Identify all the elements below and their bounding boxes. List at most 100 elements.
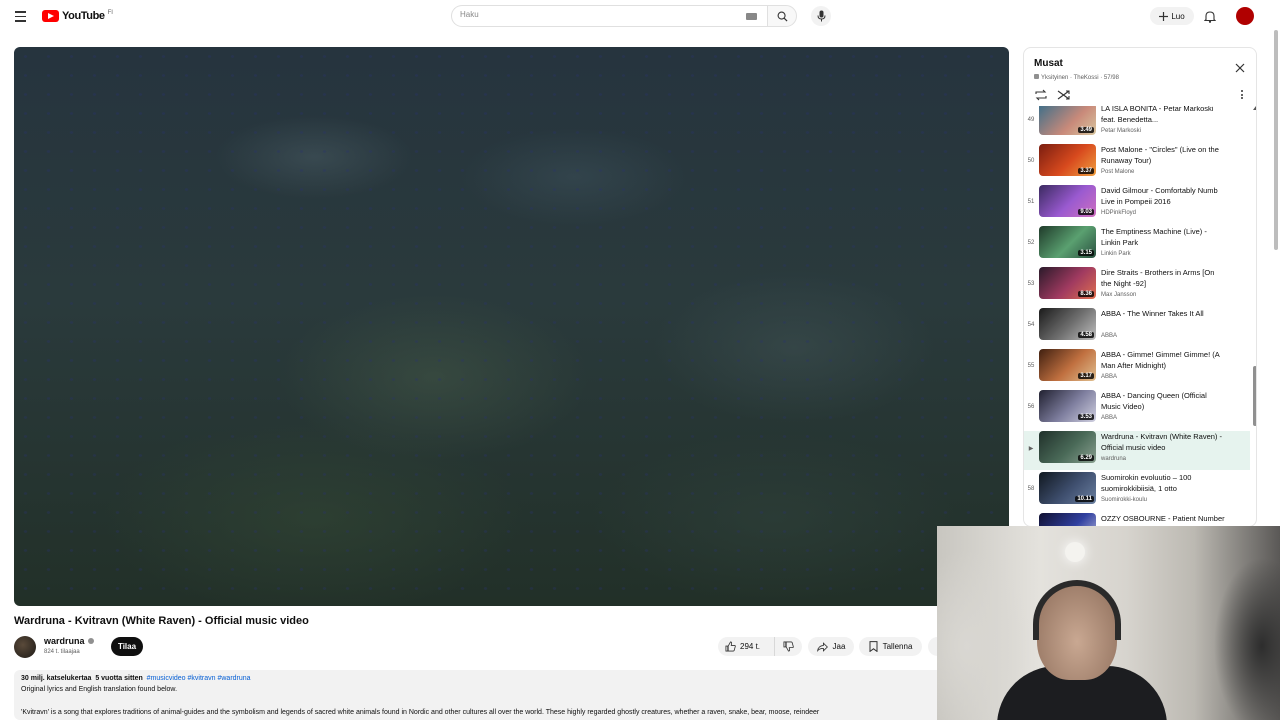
- search-button[interactable]: [767, 5, 797, 27]
- video-frame: [14, 47, 1009, 606]
- playlist-item-thumbnail[interactable]: 6.29: [1039, 431, 1096, 463]
- page-scroll-thumb[interactable]: [1274, 30, 1278, 250]
- playlist-item-duration: 9.03: [1078, 209, 1094, 215]
- playlist-item-channel: ABBA: [1101, 333, 1118, 339]
- close-icon[interactable]: [1234, 62, 1246, 74]
- menu-icon[interactable]: [12, 8, 30, 24]
- playlist-item-title[interactable]: ABBA - Dancing Queen (Official Music Vid…: [1101, 390, 1225, 412]
- playlist-item-index: 54: [1027, 322, 1035, 328]
- playlist-item[interactable]: 52 3.15 The Emptiness Machine (Live) - Lin…: [1024, 226, 1250, 265]
- playlist-item-index: 53: [1027, 281, 1035, 287]
- upload-age: 5 vuotta sitten: [95, 675, 143, 682]
- playlist-scroll-thumb[interactable]: [1253, 366, 1256, 426]
- youtube-logo[interactable]: YouTube FI: [42, 9, 113, 23]
- playlist-item-thumbnail[interactable]: 3.53: [1039, 390, 1096, 422]
- playlist-item-title[interactable]: Wardruna - Kvitravn (White Raven) - Offi…: [1101, 431, 1225, 453]
- description-box[interactable]: 30 milj. katselukertaa 5 vuotta sitten #…: [14, 670, 944, 720]
- playlist-item-channel: ABBA: [1101, 415, 1118, 421]
- like-button[interactable]: 294 t.: [718, 637, 775, 656]
- share-icon: [816, 641, 828, 652]
- notifications-button[interactable]: [1202, 8, 1218, 24]
- playlist-item[interactable]: 51 9.03 David Gilmour - Comfortably Numb L…: [1024, 185, 1250, 224]
- scroll-up-icon[interactable]: [1253, 106, 1256, 110]
- playlist-item[interactable]: 58 10.11 Suomirokin evoluutio – 100 suomir…: [1024, 472, 1250, 511]
- playlist-item-channel: ABBA: [1101, 374, 1118, 380]
- dislike-button[interactable]: [775, 637, 802, 656]
- playlist-item-duration: 3.37: [1078, 168, 1094, 174]
- create-button[interactable]: Luo: [1150, 7, 1194, 25]
- subscribe-button[interactable]: Tilaa: [111, 637, 143, 656]
- playlist-items: 49 3.49 LA ISLA BONITA - Petar Markoski fe…: [1024, 106, 1252, 526]
- playlist-item-title[interactable]: Suomirokin evoluutio – 100 suomirokkibii…: [1101, 472, 1225, 494]
- video-player[interactable]: [14, 47, 1009, 606]
- keyboard-icon[interactable]: [746, 13, 757, 20]
- playlist-item-thumbnail[interactable]: 3.17: [1039, 349, 1096, 381]
- playlist-item[interactable]: 54 4.58 ABBA - The Winner Takes It All ABBA: [1024, 308, 1250, 347]
- channel-name-link[interactable]: wardruna: [44, 636, 94, 646]
- playlist-item-thumbnail[interactable]: [1039, 513, 1096, 526]
- playlist-item[interactable]: 59OZZY OSBOURNE - Patient Number 9 ft. O…: [1024, 513, 1250, 526]
- playlist-scrollbar[interactable]: [1253, 106, 1256, 526]
- playlist-item-title[interactable]: Post Malone - "Circles" (Live on the Run…: [1101, 144, 1225, 166]
- webcam-lamp: [1065, 542, 1085, 562]
- playlist-item-thumbnail[interactable]: 3.49: [1039, 106, 1096, 135]
- account-avatar[interactable]: [1236, 7, 1254, 25]
- like-count: 294 t.: [740, 642, 761, 651]
- video-title: Wardruna - Kvitravn (White Raven) - Offi…: [14, 615, 309, 627]
- playlist-item[interactable]: 49 3.49 LA ISLA BONITA - Petar Markoski fe…: [1024, 106, 1250, 142]
- share-label: Jaa: [832, 642, 846, 651]
- playlist-item-thumbnail[interactable]: 3.37: [1039, 144, 1096, 176]
- playlist-item-title[interactable]: OZZY OSBOURNE - Patient Number 9 ft. Ozz…: [1101, 513, 1225, 526]
- webcam-headphones: [1033, 580, 1121, 640]
- playlist-menu-icon[interactable]: [1238, 89, 1246, 101]
- loop-icon[interactable]: [1034, 89, 1048, 101]
- playlist-item-duration: 3.53: [1078, 414, 1094, 420]
- playlist-item-thumbnail[interactable]: 3.15: [1039, 226, 1096, 258]
- playlist-item[interactable]: 50 3.37 Post Malone - "Circles" (Live on t…: [1024, 144, 1250, 183]
- playlist-item-title[interactable]: LA ISLA BONITA - Petar Markoski feat. Be…: [1101, 106, 1225, 125]
- description-meta: 30 milj. katselukertaa 5 vuotta sitten #…: [21, 675, 251, 682]
- view-count: 30 milj. katselukertaa: [21, 675, 92, 682]
- search-input[interactable]: [460, 10, 730, 19]
- playlist-item-duration: 10.11: [1075, 496, 1094, 502]
- playlist-item-thumbnail[interactable]: 10.11: [1039, 472, 1096, 504]
- plus-icon: [1159, 11, 1169, 21]
- playlist-item-title[interactable]: ABBA - Gimme! Gimme! Gimme! (A Man After…: [1101, 349, 1225, 371]
- playlist-item-title[interactable]: ABBA - The Winner Takes It All: [1101, 308, 1225, 319]
- playlist-item-thumbnail[interactable]: 9.03: [1039, 185, 1096, 217]
- webcam-overlay: [937, 526, 1280, 720]
- playlist-title[interactable]: Musat: [1034, 58, 1063, 69]
- playlist-item-thumbnail[interactable]: 8.36: [1039, 267, 1096, 299]
- playlist-item-title[interactable]: The Emptiness Machine (Live) - Linkin Pa…: [1101, 226, 1225, 248]
- playlist-item-title[interactable]: Dire Straits - Brothers in Arms [On the …: [1101, 267, 1225, 289]
- playlist-item-index: 49: [1027, 117, 1035, 123]
- playlist-item-index: 50: [1027, 158, 1035, 164]
- bookmark-icon: [869, 641, 878, 652]
- playlist-item[interactable]: 56 3.53 ABBA - Dancing Queen (Official Mus…: [1024, 390, 1250, 429]
- channel-avatar[interactable]: [14, 636, 36, 658]
- save-button[interactable]: Tallenna: [859, 637, 922, 656]
- playlist-item-thumbnail[interactable]: 4.58: [1039, 308, 1096, 340]
- playlist-item-duration: 3.17: [1078, 373, 1094, 379]
- hashtags[interactable]: #musicvideo #kvitravn #wardruna: [147, 675, 251, 682]
- playlist-item[interactable]: 53 8.36 Dire Straits - Brothers in Arms [O…: [1024, 267, 1250, 306]
- microphone-icon: [817, 10, 825, 22]
- share-button[interactable]: Jaa: [808, 637, 854, 656]
- search-box: [451, 5, 767, 27]
- shuffle-icon[interactable]: [1057, 89, 1071, 101]
- playlist-item-duration: 3.15: [1078, 250, 1094, 256]
- thumbs-up-icon: [725, 641, 736, 652]
- playlist-item-index: 51: [1027, 199, 1035, 205]
- save-label: Tallenna: [882, 642, 913, 651]
- playlist-item-title[interactable]: David Gilmour - Comfortably Numb Live in…: [1101, 185, 1225, 207]
- playlist-meta: Yksityinen · TheKossi · 57/98: [1041, 75, 1119, 81]
- playlist-item-channel: Post Malone: [1101, 169, 1135, 175]
- playlist-item[interactable]: 55 3.17 ABBA - Gimme! Gimme! Gimme! (A Man…: [1024, 349, 1250, 388]
- voice-search-button[interactable]: [811, 6, 831, 26]
- bell-icon: [1204, 10, 1216, 23]
- playlist-item-duration: 6.29: [1078, 455, 1094, 461]
- logo-region: FI: [107, 9, 113, 16]
- playlist-subtitle: Yksityinen · TheKossi · 57/98: [1034, 74, 1119, 81]
- playlist-item-current[interactable]: ▶ 6.29 Wardruna - Kvitravn (White Raven) -…: [1024, 431, 1250, 470]
- description-line: 'Kvitravn' is a song that explores tradi…: [21, 709, 820, 716]
